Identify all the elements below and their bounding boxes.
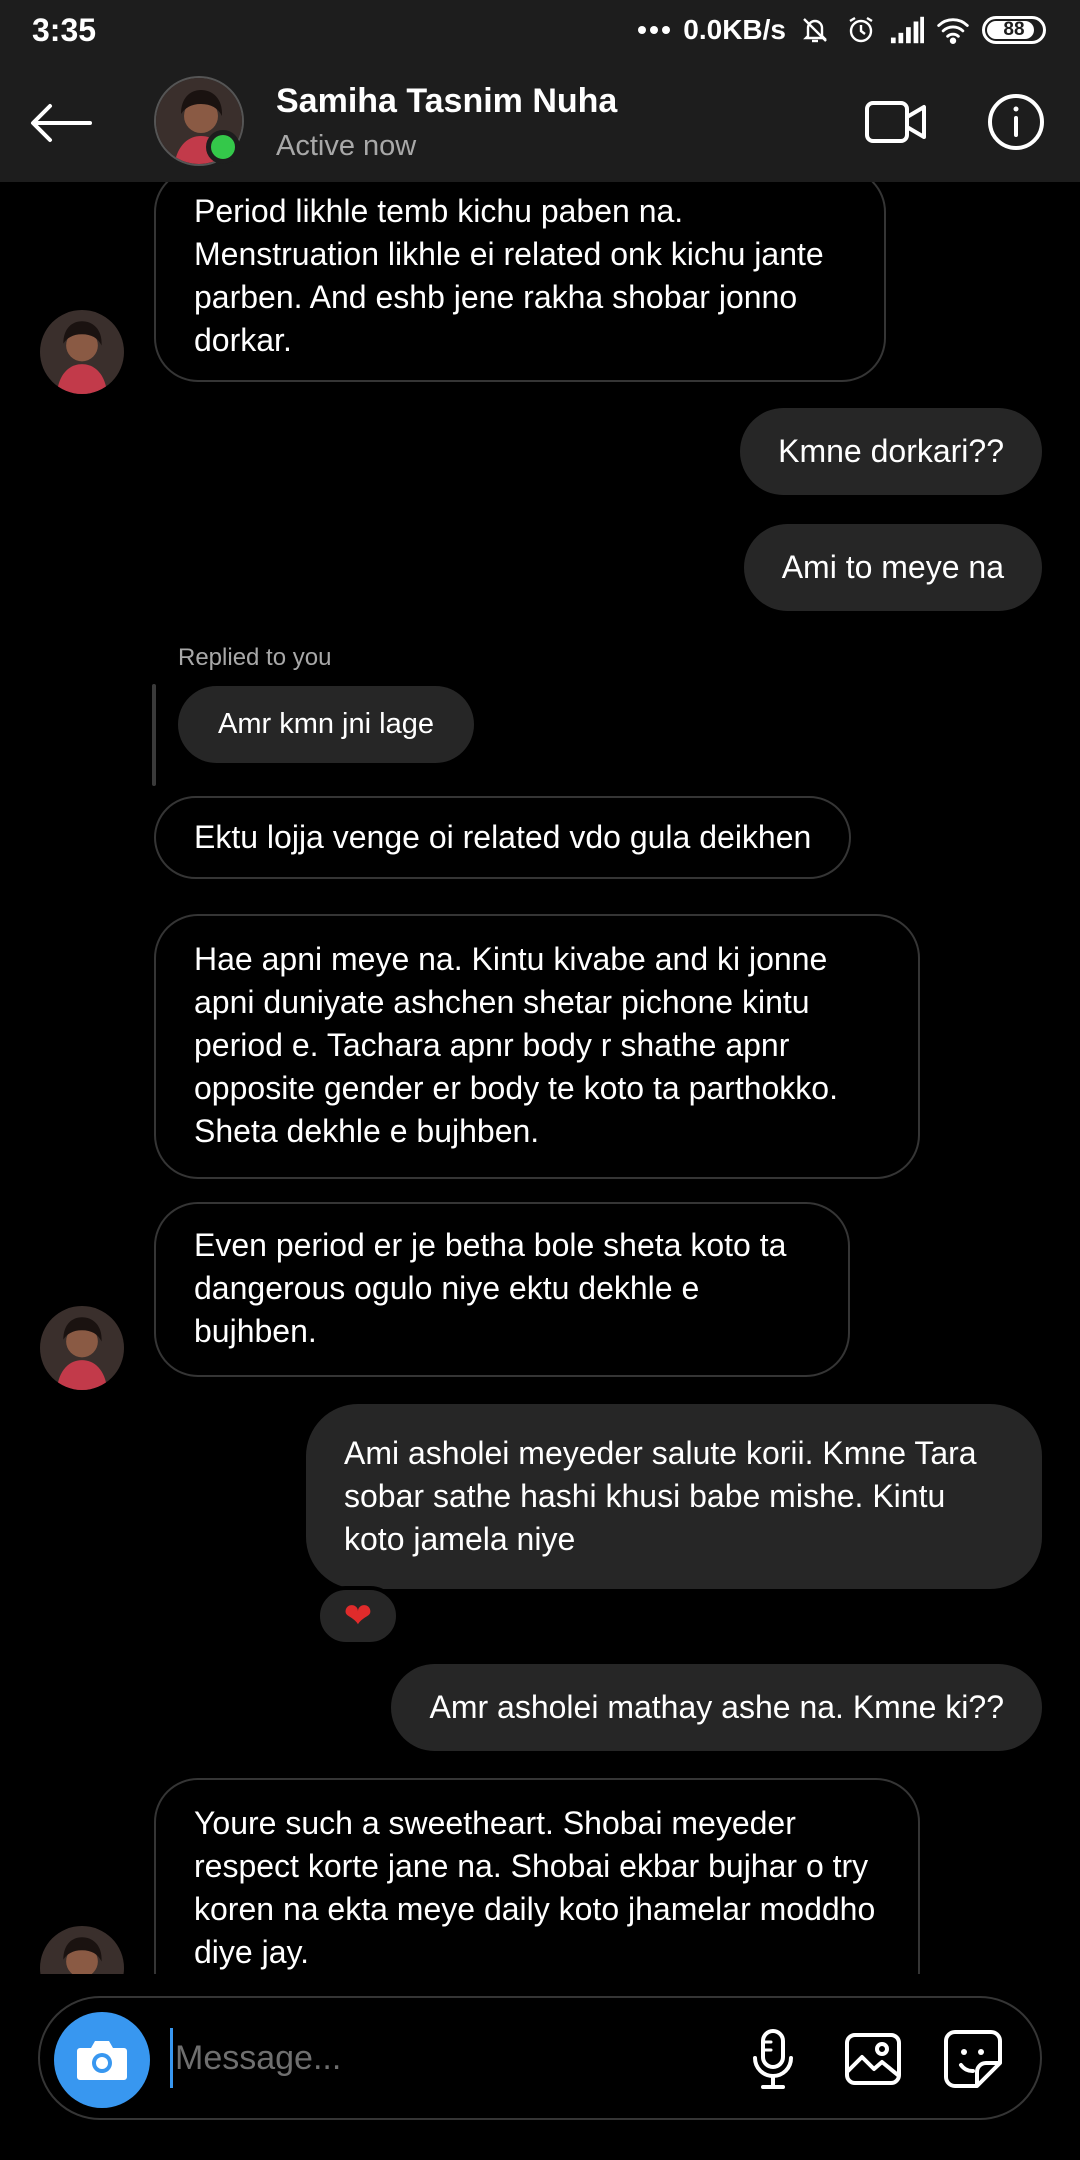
info-button[interactable]: [984, 90, 1048, 154]
sender-avatar[interactable]: [40, 1926, 124, 1974]
sender-avatar[interactable]: [40, 1306, 124, 1390]
message-text: Ami asholei meyeder salute korii. Kmne T…: [344, 1435, 977, 1557]
sticker-icon: [944, 2030, 1002, 2088]
battery-level: 88: [1003, 19, 1025, 40]
message-text: Amr asholei mathay ashe na. Kmne ki??: [429, 1689, 1004, 1725]
signal-icon: [890, 13, 924, 47]
outgoing-message[interactable]: Kmne dorkari??: [740, 408, 1042, 495]
message-composer: [38, 1996, 1042, 2120]
reply-label: Replied to you: [178, 644, 332, 671]
alarm-icon: [844, 13, 878, 47]
video-call-button[interactable]: [860, 92, 932, 152]
net-speed: 0.0KB/s: [683, 14, 786, 45]
status-icons: 0.0KB/s 88: [637, 10, 1046, 50]
info-icon: [988, 94, 1044, 150]
conversation-header: Samiha Tasnim Nuha Active now: [0, 62, 1080, 182]
status-bar: 3:35 0.0KB/s 88: [0, 0, 1080, 62]
battery-icon: 88: [982, 16, 1046, 44]
video-call-icon: [865, 101, 926, 143]
incoming-message[interactable]: Period likhle temb kichu paben na. Menst…: [154, 182, 886, 382]
heart-icon: ❤: [343, 1597, 373, 1635]
camera-button[interactable]: [54, 2012, 150, 2108]
incoming-message[interactable]: Hae apni meye na. Kintu kivabe and ki jo…: [154, 914, 920, 1179]
composer-area: [0, 1974, 1080, 2160]
quoted-text: Amr kmn jni lage: [218, 708, 434, 740]
incoming-message[interactable]: Ektu lojja venge oi related vdo gula dei…: [154, 796, 852, 879]
quoted-message[interactable]: Amr kmn jni lage: [178, 686, 474, 763]
incoming-message[interactable]: Youre such a sweetheart. Shobai meyeder …: [154, 1778, 920, 1974]
message-list[interactable]: Period likhle temb kichu paben na. Menst…: [0, 182, 1080, 1974]
reply-indicator-bar: [152, 684, 156, 786]
mute-bell-icon: [798, 13, 832, 47]
message-input[interactable]: [170, 2028, 710, 2088]
wifi-icon: [936, 13, 970, 47]
back-button[interactable]: [28, 90, 94, 156]
sticker-button[interactable]: [940, 2026, 1006, 2092]
camera-icon: [77, 2041, 127, 2080]
outgoing-message[interactable]: Ami asholei meyeder salute korii. Kmne T…: [306, 1404, 1042, 1589]
contact-name[interactable]: Samiha Tasnim Nuha: [276, 82, 617, 121]
online-indicator: [206, 130, 240, 164]
outgoing-message[interactable]: Amr asholei mathay ashe na. Kmne ki??: [391, 1664, 1042, 1751]
message-text: Hae apni meye na. Kintu kivabe and ki jo…: [194, 941, 838, 1149]
gallery-icon: [845, 2033, 901, 2085]
microphone-button[interactable]: [740, 2026, 806, 2092]
heart-reaction[interactable]: ❤: [316, 1586, 400, 1646]
active-status: Active now: [276, 130, 417, 162]
outgoing-message[interactable]: Ami to meye na: [743, 524, 1042, 611]
sender-avatar[interactable]: [40, 310, 124, 394]
back-arrow-icon: [31, 104, 92, 142]
message-text: Ektu lojja venge oi related vdo gula dei…: [194, 819, 812, 855]
message-text: Even period er je betha bole sheta koto …: [194, 1227, 787, 1349]
incoming-message[interactable]: Even period er je betha bole sheta koto …: [154, 1202, 850, 1377]
gallery-button[interactable]: [840, 2026, 906, 2092]
status-time: 3:35: [32, 12, 97, 48]
dots-icon: [637, 13, 671, 47]
message-text: Ami to meye na: [781, 549, 1004, 585]
message-text: Kmne dorkari??: [778, 433, 1004, 469]
microphone-icon: [753, 2029, 793, 2089]
message-text: Period likhle temb kichu paben na. Menst…: [194, 193, 824, 358]
message-text: Youre such a sweetheart. Shobai meyeder …: [194, 1805, 876, 1970]
